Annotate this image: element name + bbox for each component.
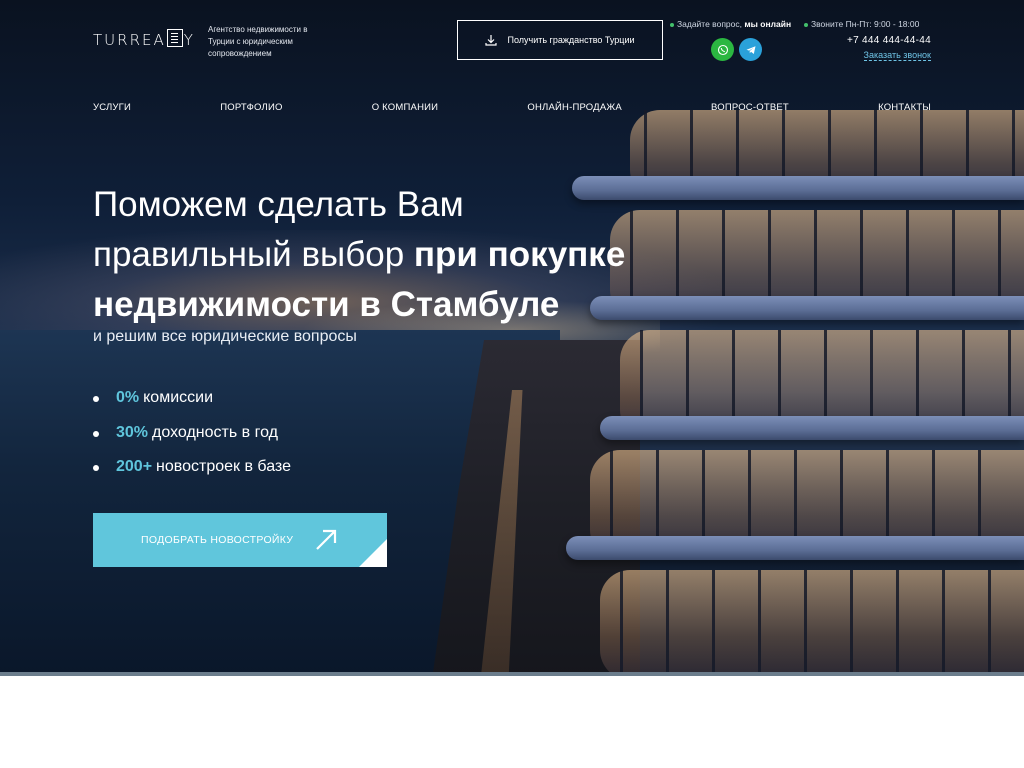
building-balcony: [600, 416, 1024, 440]
citizenship-button[interactable]: Получить гражданство Турции: [457, 20, 663, 60]
citizenship-button-label: Получить гражданство Турции: [507, 35, 635, 45]
hours-text: Звоните Пн-Пт: 9:00 - 18:00: [811, 19, 920, 29]
telegram-button[interactable]: [739, 38, 762, 61]
nav-item-services[interactable]: УСЛУГИ: [93, 102, 131, 113]
benefit-value: 0%: [116, 389, 140, 406]
benefits-list: 0% комиссии 30% доходность в год 200+ новос…: [93, 388, 291, 492]
benefit-value: 30%: [116, 423, 149, 441]
hours-dot-icon: [804, 22, 808, 27]
cta-corner-decoration: [359, 539, 387, 567]
online-status: Задайте вопрос, мы онлайн: [670, 19, 791, 29]
list-item: 30% доходность в год: [93, 423, 291, 458]
benefit-text: доходность в год: [152, 423, 278, 441]
online-dot-icon: [670, 22, 674, 27]
logo-text-left: TURREA: [93, 31, 166, 49]
hero-bottom-edge: [0, 672, 1024, 676]
benefit-text: новостроек в базе: [156, 458, 291, 475]
nav-item-faq[interactable]: ВОПРОС-ОТВЕТ: [711, 102, 789, 113]
nav-item-contacts[interactable]: КОНТАКТЫ: [878, 102, 931, 113]
list-item: 200+ новостроек в базе: [93, 457, 291, 492]
benefit-value: 200+: [116, 458, 153, 475]
arrow-up-right-icon: [316, 529, 337, 550]
select-building-button[interactable]: ПОДОБРАТЬ НОВОСТРОЙКУ: [93, 513, 387, 567]
callback-link[interactable]: Заказать звонок: [863, 50, 931, 61]
logo-tower-icon: [166, 29, 183, 47]
headline-light: Поможем сделать Вам правильный выбор: [93, 185, 464, 274]
list-item: 0% комиссии: [93, 388, 291, 423]
nav-item-about[interactable]: О КОМПАНИИ: [372, 102, 438, 113]
working-hours: Звоните Пн-Пт: 9:00 - 18:00: [804, 19, 919, 29]
nav-item-portfolio[interactable]: ПОРТФОЛИО: [220, 102, 282, 113]
building-image: [560, 90, 1024, 675]
phone-number[interactable]: +7 444 444-44-44: [847, 35, 931, 46]
benefit-text: комиссии: [143, 389, 214, 406]
whatsapp-icon: [717, 44, 728, 55]
download-icon: [485, 35, 498, 46]
logo-text-right: Y: [183, 31, 195, 49]
window-mullions: [620, 570, 1024, 675]
whatsapp-button[interactable]: [711, 38, 734, 61]
building-balcony: [566, 536, 1024, 560]
ask-prefix: Задайте вопрос,: [677, 19, 742, 29]
hero-subheadline: и решим все юридические вопросы: [93, 328, 357, 345]
logo[interactable]: TURREA Y: [93, 29, 195, 49]
ask-bold: мы онлайн: [744, 19, 792, 29]
nav-item-online-sales[interactable]: ОНЛАЙН-ПРОДАЖА: [527, 102, 622, 113]
hero-headline: Поможем сделать Вам правильный выбор при…: [93, 180, 653, 330]
cta-label: ПОДОБРАТЬ НОВОСТРОЙКУ: [141, 534, 294, 546]
brand-tagline: Агентство недвижимости в Турции с юридич…: [208, 25, 308, 58]
telegram-icon: [746, 45, 755, 54]
building-balcony: [590, 296, 1024, 320]
main-nav: УСЛУГИ ПОРТФОЛИО О КОМПАНИИ ОНЛАЙН-ПРОДА…: [93, 102, 931, 113]
